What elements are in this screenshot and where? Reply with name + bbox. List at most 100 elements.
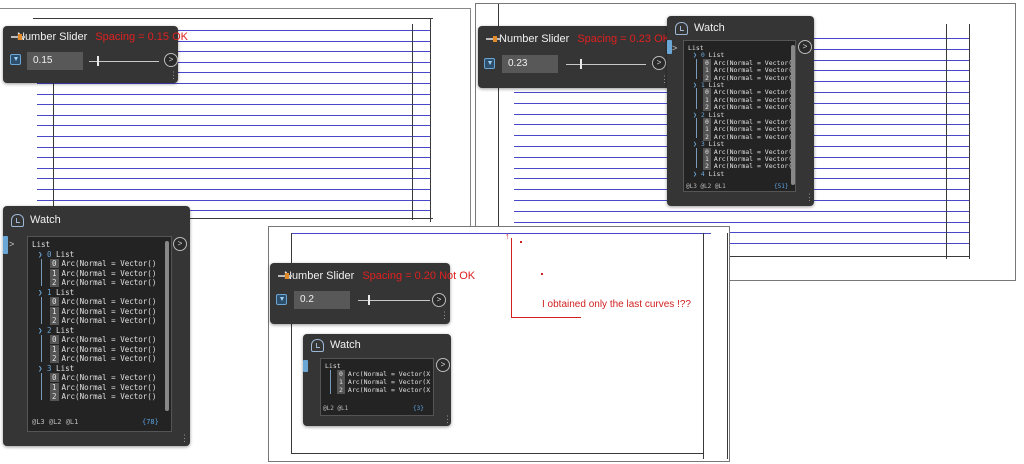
tree-line xyxy=(41,373,42,400)
index-badge: 1 xyxy=(50,268,59,278)
watch-node-3[interactable]: Watch > List 0 Arc(Normal = Vector(X = 1 Arc… xyxy=(303,334,452,426)
curve-line xyxy=(37,104,431,106)
frame-line xyxy=(727,233,728,459)
list-group-label: ❯ 0 List xyxy=(38,249,75,259)
list-item: 2 Arc(Normal = Vector() xyxy=(50,392,157,401)
chevron-icon[interactable]: ❯ xyxy=(693,170,697,178)
node-title: Number Slider xyxy=(499,33,570,45)
index-badge: 0 xyxy=(50,373,59,382)
more-icon[interactable]: ⋮ xyxy=(805,192,814,203)
input-arrow-icon: > xyxy=(672,43,678,53)
output-port[interactable]: > xyxy=(798,40,812,54)
spacing-note: Spacing = 0.20 Not OK xyxy=(362,270,476,282)
watch-node-1[interactable]: Watch > > List ❯ 0 List 0 Arc(Normal = Vect… xyxy=(3,206,190,446)
list-item: 1 Arc(Normal = Vector() xyxy=(50,344,157,354)
tree-line xyxy=(330,370,331,394)
curve-line xyxy=(37,157,431,159)
curve-line xyxy=(37,125,431,127)
input-port[interactable] xyxy=(3,236,8,254)
curve-line xyxy=(37,189,431,190)
index-badge: 0 xyxy=(337,370,345,378)
tree-line xyxy=(696,147,697,168)
frame-line xyxy=(430,18,431,222)
number-slider-node-1[interactable]: Number Slider Spacing = 0.15 OK 0.15 > ⋮ xyxy=(3,26,188,83)
index-badge: 1 xyxy=(50,344,59,354)
frame-line xyxy=(291,233,711,234)
annotation-dot xyxy=(541,273,543,275)
node-title: Watch xyxy=(694,22,725,34)
index-badge: 1 xyxy=(50,382,59,392)
list-item: 0 Arc(Normal = Vector() xyxy=(50,373,157,382)
expand-icon[interactable] xyxy=(484,58,495,69)
slider-thumb[interactable] xyxy=(580,59,582,69)
scrollbar[interactable] xyxy=(791,45,795,185)
annotation-line xyxy=(511,238,512,318)
output-port[interactable]: > xyxy=(436,358,450,372)
index-badge: 0 xyxy=(50,259,59,268)
curve-line xyxy=(37,146,431,148)
list-levels: @L3 @L2 @L1 xyxy=(686,183,726,190)
item-count: {78} xyxy=(142,418,159,426)
slider-thumb[interactable] xyxy=(97,56,99,66)
slider-track[interactable] xyxy=(566,64,646,65)
list-item: 0 Arc(Normal = Vector() xyxy=(50,259,157,268)
expand-icon[interactable] xyxy=(10,54,21,65)
annotation-dot xyxy=(520,241,522,243)
index-badge: 0 xyxy=(50,335,59,344)
watch-icon xyxy=(11,213,24,227)
watch-output-panel: List 0 Arc(Normal = Vector(X = 1 Arc(Normal … xyxy=(320,358,434,416)
list-item: 0 Arc(Normal = Vector() xyxy=(50,297,157,306)
slider-value-field[interactable]: 0.15 xyxy=(27,52,83,70)
list-item: 0 Arc(Normal = Vector(X = xyxy=(337,370,434,378)
output-port[interactable]: > xyxy=(432,293,446,307)
output-port[interactable]: > xyxy=(173,237,187,251)
more-icon[interactable]: ⋮ xyxy=(440,310,449,321)
index-badge: 0 xyxy=(50,297,59,306)
more-icon[interactable]: ⋮ xyxy=(169,70,178,81)
scrollbar[interactable] xyxy=(165,241,169,411)
input-arrow-icon: > xyxy=(9,239,15,249)
slider-value-field[interactable]: 0.2 xyxy=(294,291,350,309)
curve-line xyxy=(37,199,431,201)
slider-value-field[interactable]: 0.23 xyxy=(502,55,558,73)
list-levels: @L2 @L1 xyxy=(323,405,349,412)
tree-line xyxy=(41,259,42,286)
tree-line xyxy=(41,297,42,324)
frame-line xyxy=(946,24,947,259)
curve-line xyxy=(37,167,431,169)
index-badge: 1 xyxy=(50,306,59,316)
list-item: 2 Arc(Normal = Vector(X = xyxy=(337,386,434,394)
list-item: 2 Arc(Normal = Vector() xyxy=(50,316,157,325)
frame-line xyxy=(703,233,704,459)
output-port[interactable]: > xyxy=(652,56,666,70)
number-slider-node-2[interactable]: Number Slider Spacing = 0.23 OK 0.23 > ⋮ xyxy=(478,26,670,88)
list-levels: @L3 @L2 @L1 xyxy=(32,418,79,426)
curve-line xyxy=(37,136,431,137)
list-item: 2 Arc(Normal = Vector() xyxy=(50,278,157,287)
chevron-icon[interactable]: ❯ xyxy=(38,364,43,373)
input-port[interactable] xyxy=(303,360,308,372)
list-item: 2 Arc(Normal = Vector() xyxy=(50,354,157,363)
list-item: 1 Arc(Normal = Vector(X = xyxy=(337,378,434,386)
number-slider-node-3[interactable]: Number Slider Spacing = 0.20 Not OK 0.2 … xyxy=(270,263,475,324)
more-icon[interactable]: ⋮ xyxy=(180,433,189,444)
chevron-icon[interactable]: ❯ xyxy=(38,326,43,335)
annotation-arrow-icon: ↑ xyxy=(505,231,510,241)
watch-icon xyxy=(675,21,688,35)
number-slider-icon xyxy=(486,35,501,43)
slider-track[interactable] xyxy=(89,61,159,62)
annotation-line xyxy=(511,317,581,318)
chevron-icon[interactable]: ❯ xyxy=(38,288,43,297)
expand-icon[interactable] xyxy=(276,294,287,305)
chevron-icon[interactable]: ❯ xyxy=(38,250,43,259)
more-icon[interactable]: ⋮ xyxy=(443,414,452,425)
curve-line xyxy=(37,93,431,95)
curve-line xyxy=(37,83,431,84)
watch-node-2[interactable]: Watch > > List ❯ 0 List 0 Arc(Normal = Vect… xyxy=(667,16,814,206)
frame-line xyxy=(706,256,970,257)
slider-thumb[interactable] xyxy=(368,295,370,305)
list-item: 1 Arc(Normal = Vector() xyxy=(50,268,157,278)
output-port[interactable]: > xyxy=(164,53,178,67)
curve-line xyxy=(37,178,431,180)
list-item: 1 Arc(Normal = Vector() xyxy=(50,382,157,392)
